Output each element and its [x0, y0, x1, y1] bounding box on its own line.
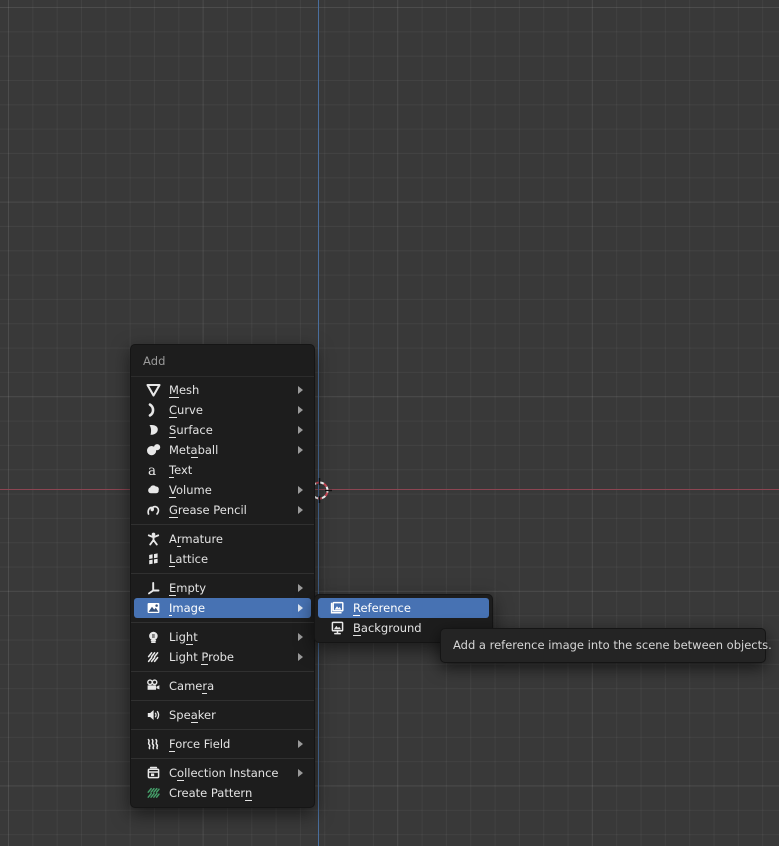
chevron-right-icon: [298, 486, 303, 494]
tooltip: Add a reference image into the scene bet…: [440, 628, 772, 663]
menu-item-label: Light Probe: [169, 650, 234, 665]
menu-item-label: Lattice: [169, 552, 209, 567]
chevron-right-icon: [298, 426, 303, 434]
light-icon: [144, 629, 162, 645]
submenu-item-label: Reference: [353, 601, 411, 616]
menu-item-force-field[interactable]: Force Field: [134, 734, 311, 754]
menu-item-empty[interactable]: Empty: [134, 578, 311, 598]
curve-icon: [144, 402, 162, 418]
menu-item-light-probe[interactable]: Light Probe: [134, 647, 311, 667]
menu-item-label: Metaball: [169, 443, 219, 458]
grease-pencil-icon: [144, 502, 162, 518]
menu-item-surface[interactable]: Surface: [134, 420, 311, 440]
3d-viewport[interactable]: [0, 0, 779, 846]
menu-separator: [131, 729, 314, 730]
surface-icon: [144, 422, 162, 438]
menu-separator: [131, 758, 314, 759]
menu-item-metaball[interactable]: Metaball: [134, 440, 311, 460]
add-menu-title: Add: [131, 345, 314, 377]
viewport-x-axis: [0, 489, 779, 490]
menu-item-armature[interactable]: Armature: [134, 529, 311, 549]
menu-item-speaker[interactable]: Speaker: [134, 705, 311, 725]
menu-item-mesh[interactable]: Mesh: [134, 380, 311, 400]
menu-item-label: Curve: [169, 403, 203, 418]
menu-item-label: Camera: [169, 679, 215, 694]
menu-item-label: Speaker: [169, 708, 216, 723]
menu-item-create-pattern[interactable]: Create Pattern: [134, 783, 311, 803]
chevron-right-icon: [298, 653, 303, 661]
chevron-right-icon: [298, 584, 303, 592]
chevron-right-icon: [298, 604, 303, 612]
menu-item-light[interactable]: Light: [134, 627, 311, 647]
menu-item-label: Create Pattern: [169, 786, 253, 801]
menu-item-label: Volume: [169, 483, 212, 498]
menu-item-label: Empty: [169, 581, 207, 596]
add-menu[interactable]: Add Mesh Curve Surface Metaball a Text V…: [130, 344, 315, 808]
camera-icon: [144, 678, 162, 694]
collection-instance-icon: [144, 765, 162, 781]
menu-item-grease-pencil[interactable]: Grease Pencil: [134, 500, 311, 520]
menu-separator: [131, 700, 314, 701]
viewport-y-axis: [318, 0, 319, 846]
submenu-item-reference[interactable]: Reference: [318, 598, 489, 618]
volume-icon: [144, 482, 162, 498]
chevron-right-icon: [298, 386, 303, 394]
menu-separator: [131, 622, 314, 623]
armature-icon: [144, 531, 162, 547]
menu-item-curve[interactable]: Curve: [134, 400, 311, 420]
force-field-icon: [144, 736, 162, 752]
menu-separator: [131, 671, 314, 672]
chevron-right-icon: [298, 446, 303, 454]
menu-item-collection-instance[interactable]: Collection Instance: [134, 763, 311, 783]
menu-item-volume[interactable]: Volume: [134, 480, 311, 500]
menu-separator: [131, 573, 314, 574]
empty-icon: [144, 580, 162, 596]
menu-item-label: Mesh: [169, 383, 200, 398]
create-pattern-icon: [144, 785, 162, 801]
chevron-right-icon: [298, 406, 303, 414]
menu-item-label: Image: [169, 601, 206, 616]
image-background-icon: [328, 620, 346, 636]
image-reference-icon: [328, 600, 346, 616]
viewport-grid-major: [0, 0, 779, 846]
menu-separator: [131, 524, 314, 525]
image-icon: [144, 600, 162, 616]
light-probe-icon: [144, 649, 162, 665]
chevron-right-icon: [298, 506, 303, 514]
menu-item-camera[interactable]: Camera: [134, 676, 311, 696]
menu-item-label: Light: [169, 630, 198, 645]
menu-item-label: Surface: [169, 423, 213, 438]
lattice-icon: [144, 551, 162, 567]
speaker-icon: [144, 707, 162, 723]
chevron-right-icon: [298, 633, 303, 641]
text-icon: a: [144, 462, 162, 478]
tooltip-text: Add a reference image into the scene bet…: [453, 638, 772, 652]
svg-text:a: a: [148, 463, 156, 477]
menu-item-text[interactable]: a Text: [134, 460, 311, 480]
chevron-right-icon: [298, 769, 303, 777]
menu-item-label: Force Field: [169, 737, 231, 752]
menu-item-label: Text: [169, 463, 193, 478]
menu-item-image[interactable]: Image: [134, 598, 311, 618]
mesh-icon: [144, 382, 162, 398]
chevron-right-icon: [298, 740, 303, 748]
menu-item-label: Collection Instance: [169, 766, 279, 781]
metaball-icon: [144, 442, 162, 458]
menu-item-lattice[interactable]: Lattice: [134, 549, 311, 569]
menu-item-label: Grease Pencil: [169, 503, 247, 518]
menu-item-label: Armature: [169, 532, 224, 547]
